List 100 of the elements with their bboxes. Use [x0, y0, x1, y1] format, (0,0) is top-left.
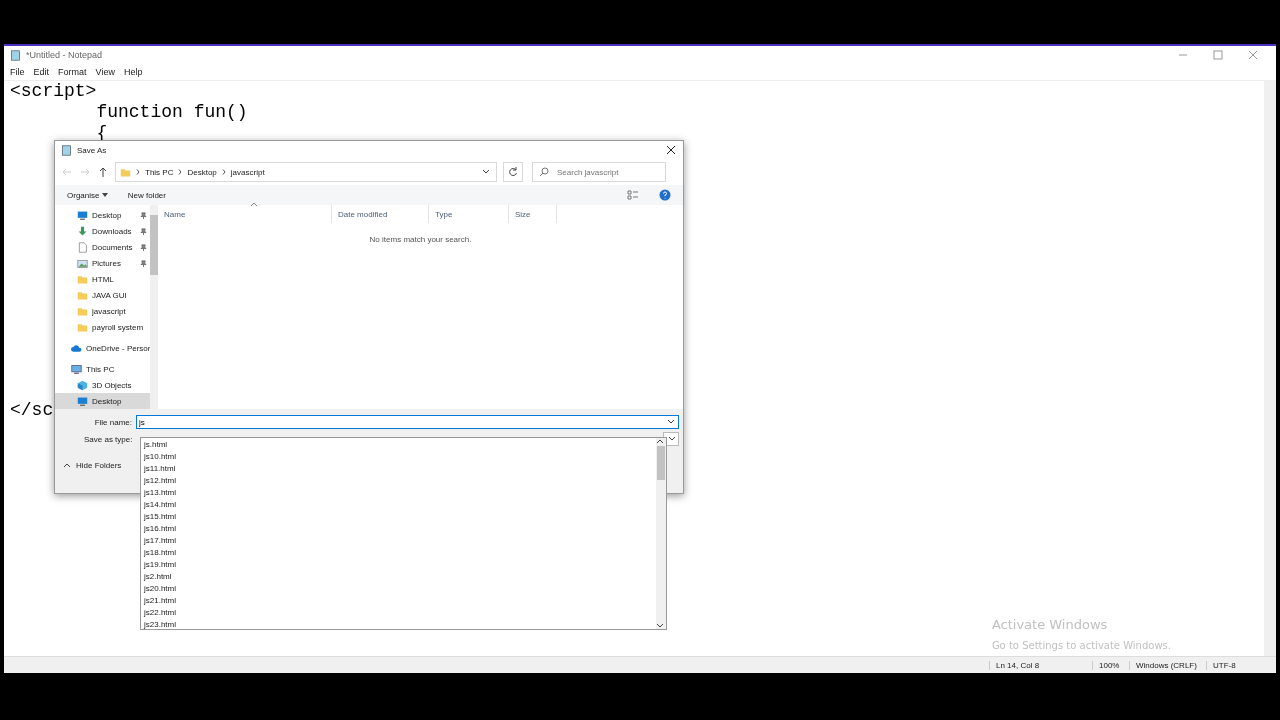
menu-item[interactable]: File: [10, 67, 25, 77]
sidebar-item[interactable]: JAVA GUI: [55, 287, 151, 303]
suggestion-item[interactable]: js17.html: [141, 535, 656, 547]
column-header[interactable]: Date modified: [332, 205, 429, 223]
code-line: <script>: [10, 81, 97, 102]
back-arrow-icon[interactable]: [61, 166, 73, 178]
refresh-button[interactable]: [503, 162, 523, 182]
sidebar-item[interactable]: OneDrive - Persor: [55, 340, 151, 356]
download-icon: [77, 225, 88, 237]
search-field[interactable]: Search javascript: [532, 162, 666, 182]
menu-item[interactable]: Edit: [33, 67, 50, 77]
status-item: Ln 14, Col 8: [989, 660, 1092, 670]
sidebar-item[interactable]: javascript: [55, 303, 151, 319]
suggestion-item[interactable]: js2.html: [141, 571, 656, 583]
activation-message: Go to Settings to activate Windows.: [991, 639, 1171, 653]
caret-icon[interactable]: [668, 436, 676, 442]
file-name-label: File name:: [93, 417, 132, 427]
sidebar-item[interactable]: Desktop: [55, 207, 151, 223]
address-bar[interactable]: This PC Desktop javascript: [115, 162, 497, 182]
menu-item[interactable]: Help: [123, 67, 143, 77]
cloud-icon: [71, 342, 82, 354]
folder-icon: [77, 305, 88, 317]
suggestion-item[interactable]: js16.html: [141, 523, 656, 535]
scrollbar[interactable]: [150, 205, 159, 409]
sidebar-item[interactable]: Pictures: [55, 255, 151, 271]
code-line: </sc: [10, 400, 54, 421]
document-icon: [77, 241, 88, 253]
save-type-label: Save as type:: [82, 434, 133, 444]
sidebar-item[interactable]: 3D Objects: [55, 377, 151, 393]
empty-message: No items match your search.: [369, 235, 472, 244]
caret-icon[interactable]: [482, 169, 490, 175]
folder-icon: [77, 273, 88, 285]
sidebar-item[interactable]: This PC: [55, 361, 151, 377]
code-line: function fun(): [95, 102, 248, 123]
folder-icon: [77, 321, 88, 333]
suggestion-item[interactable]: js20.html: [141, 583, 656, 595]
scroll-down-icon[interactable]: [656, 623, 664, 629]
status-item: 100%: [1092, 660, 1129, 670]
suggestion-item[interactable]: js22.html: [141, 607, 656, 619]
forward-arrow-icon[interactable]: [79, 166, 91, 178]
view-icon[interactable]: [627, 189, 639, 201]
sidebar-item[interactable]: payroll system: [55, 319, 151, 335]
new-folder-button[interactable]: New folder: [127, 190, 166, 200]
refresh-icon: [507, 166, 519, 178]
suggestion-item[interactable]: js15.html: [141, 511, 656, 523]
close-icon[interactable]: [665, 144, 677, 156]
suggestion-item[interactable]: js23.html: [141, 619, 656, 631]
menu-item[interactable]: View: [95, 67, 115, 77]
sidebar-item[interactable]: HTML: [55, 271, 151, 287]
suggestion-item[interactable]: js14.html: [141, 499, 656, 511]
maximize-icon[interactable]: [1211, 48, 1225, 62]
suggestion-item[interactable]: js10.html: [141, 451, 656, 463]
breadcrumb-item[interactable]: javascript: [230, 167, 265, 177]
breadcrumb-item[interactable]: This PC: [145, 167, 174, 177]
chevron-icon: [136, 169, 140, 175]
help-icon[interactable]: [659, 189, 671, 201]
sidebar-item[interactable]: Desktop: [55, 393, 151, 409]
picture-icon: [77, 257, 88, 269]
dialog-title: Save As: [77, 145, 107, 155]
scroll-thumb[interactable]: [150, 215, 159, 275]
caret-icon: [63, 463, 71, 468]
file-name-field[interactable]: js: [136, 415, 679, 429]
chevron-icon: [221, 169, 226, 175]
sidebar-item[interactable]: Documents: [55, 239, 151, 255]
suggestion-item[interactable]: js19.html: [141, 559, 656, 571]
breadcrumb-item[interactable]: Desktop: [187, 167, 217, 177]
scroll-thumb[interactable]: [657, 446, 665, 480]
scrollbar[interactable]: [656, 438, 666, 629]
scrollbar[interactable]: [1264, 81, 1276, 656]
notepad-icon: [61, 144, 72, 156]
notepad-icon: [10, 49, 21, 61]
column-header[interactable]: Size: [509, 205, 557, 223]
suggestion-item[interactable]: js21.html: [141, 595, 656, 607]
pc-icon: [71, 363, 82, 375]
search-icon: [538, 166, 550, 178]
suggestion-item[interactable]: js13.html: [141, 487, 656, 499]
status-item: UTF-8: [1206, 660, 1242, 670]
hide-folders-button[interactable]: Hide Folders: [63, 461, 122, 470]
desktop-icon: [77, 209, 88, 221]
window-title: *Untitled - Notepad: [26, 50, 103, 60]
column-header[interactable]: Type: [429, 205, 509, 223]
folder-icon: [120, 166, 131, 178]
organise-button[interactable]: Organise: [67, 190, 108, 200]
desktop-icon: [77, 395, 88, 407]
objects-icon: [77, 379, 88, 391]
suggestion-item[interactable]: js18.html: [141, 547, 656, 559]
sidebar-item[interactable]: Downloads: [55, 223, 151, 239]
suggestion-item[interactable]: js11.html: [141, 463, 656, 475]
chevron-icon: [178, 169, 183, 175]
suggestion-item[interactable]: js12.html: [141, 475, 656, 487]
suggestion-item[interactable]: js.html: [141, 439, 656, 451]
column-header[interactable]: Name: [158, 205, 332, 223]
caret-icon[interactable]: [667, 419, 675, 425]
menu-item[interactable]: Format: [58, 67, 87, 77]
activation-title: Activate Windows: [991, 616, 1108, 634]
caret-icon: [101, 193, 108, 198]
up-arrow-icon[interactable]: [97, 166, 109, 178]
status-item: Windows (CRLF): [1129, 660, 1206, 670]
folder-icon: [77, 289, 88, 301]
scroll-up-icon[interactable]: [656, 438, 664, 444]
